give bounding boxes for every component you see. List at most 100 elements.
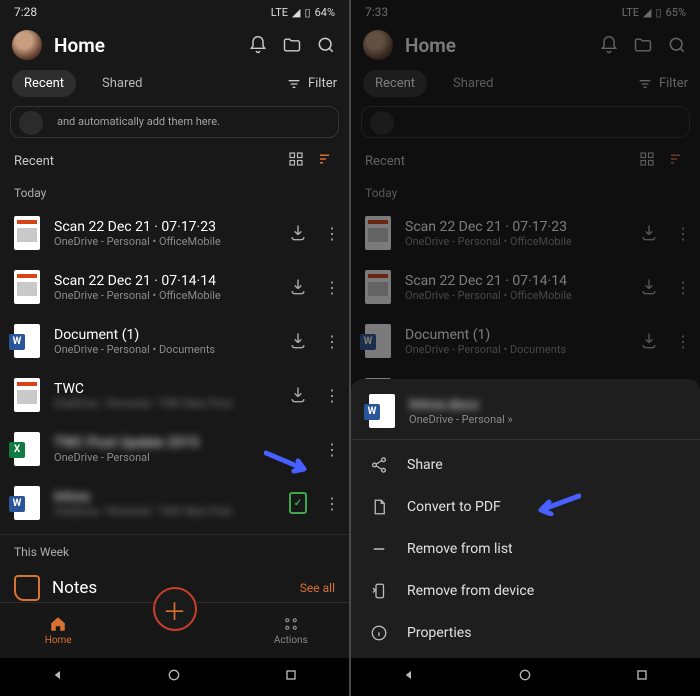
android-nav bbox=[0, 658, 349, 696]
home-button[interactable] bbox=[166, 667, 182, 687]
pdf-icon bbox=[369, 498, 389, 516]
info-banner[interactable] bbox=[361, 106, 690, 138]
file-title: Scan 22 Dec 21 · 07·14·14 bbox=[54, 273, 273, 289]
sheet-header: Intros.docx OneDrive - Personal » bbox=[351, 379, 700, 439]
scan-file-icon bbox=[12, 269, 42, 305]
file-title: Document (1) bbox=[405, 327, 624, 343]
recent-button[interactable] bbox=[634, 667, 650, 687]
this-week-label: This Week bbox=[0, 535, 349, 565]
file-row[interactable]: TWC Post Update 2015 OneDrive - Personal… bbox=[0, 422, 349, 476]
battery-icon: ▯ bbox=[305, 6, 311, 19]
sheet-remove-list[interactable]: Remove from list bbox=[351, 528, 700, 570]
more-icon[interactable]: ⋮ bbox=[323, 278, 341, 297]
see-all-link[interactable]: See all bbox=[300, 581, 335, 595]
more-icon[interactable]: ⋮ bbox=[674, 332, 692, 351]
info-icon bbox=[369, 624, 389, 642]
download-icon[interactable] bbox=[636, 331, 662, 351]
fab-add[interactable]: ＋ bbox=[153, 587, 197, 631]
tab-recent[interactable]: Recent bbox=[12, 70, 76, 97]
avatar[interactable] bbox=[363, 30, 393, 60]
sheet-convert-pdf[interactable]: Convert to PDF bbox=[351, 486, 700, 528]
tab-shared[interactable]: Shared bbox=[90, 70, 154, 97]
folder-icon[interactable] bbox=[632, 34, 654, 56]
file-row[interactable]: Intros OneDrive - Personal • TWC New Pos… bbox=[0, 476, 349, 530]
sheet-divider bbox=[351, 439, 700, 440]
avatar[interactable] bbox=[12, 30, 42, 60]
download-icon[interactable] bbox=[285, 223, 311, 243]
file-text: TWC OneDrive - Personal • TWC New Post bbox=[54, 381, 273, 410]
tab-recent[interactable]: Recent bbox=[363, 70, 427, 97]
android-nav bbox=[351, 658, 700, 696]
today-label: Today bbox=[351, 176, 700, 206]
filter-button[interactable]: Filter bbox=[286, 76, 337, 92]
status-battery: 64% bbox=[315, 6, 335, 19]
search-icon[interactable] bbox=[666, 34, 688, 56]
home-button[interactable] bbox=[517, 667, 533, 687]
file-row[interactable]: Scan 22 Dec 21 · 07·17·23 OneDrive - Per… bbox=[0, 206, 349, 260]
file-text: Scan 22 Dec 21 · 07·14·14 OneDrive - Per… bbox=[54, 273, 273, 302]
sheet-remove-device[interactable]: Remove from device bbox=[351, 570, 700, 612]
file-sub: OneDrive - Personal • OfficeMobile bbox=[405, 289, 624, 302]
file-sub: OneDrive - Personal • Documents bbox=[54, 343, 273, 356]
download-icon[interactable] bbox=[636, 277, 662, 297]
nav-home-label: Home bbox=[45, 635, 72, 646]
nav-actions[interactable]: Actions bbox=[233, 603, 349, 658]
filter-button[interactable]: Filter bbox=[637, 76, 688, 92]
file-sub: OneDrive - Personal • OfficeMobile bbox=[54, 235, 273, 248]
more-icon[interactable]: ⋮ bbox=[674, 224, 692, 243]
back-button[interactable] bbox=[401, 667, 417, 687]
battery-icon: ▯ bbox=[656, 6, 662, 19]
bell-icon[interactable] bbox=[598, 34, 620, 56]
sheet-sub: OneDrive - Personal » bbox=[409, 413, 513, 426]
back-button[interactable] bbox=[50, 667, 66, 687]
word-file-icon bbox=[363, 323, 393, 359]
folder-icon[interactable] bbox=[281, 34, 303, 56]
sheet-properties[interactable]: Properties bbox=[351, 612, 700, 654]
view-controls bbox=[287, 150, 335, 172]
grid-icon[interactable] bbox=[638, 150, 656, 172]
file-sub: OneDrive - Personal • OfficeMobile bbox=[54, 289, 273, 302]
more-icon[interactable]: ⋮ bbox=[323, 386, 341, 405]
file-title: TWC bbox=[54, 381, 273, 397]
today-label: Today bbox=[0, 176, 349, 206]
download-icon[interactable] bbox=[285, 331, 311, 351]
page-title: Home bbox=[405, 34, 586, 57]
more-icon[interactable]: ⋮ bbox=[323, 440, 341, 459]
more-icon[interactable]: ⋮ bbox=[674, 278, 692, 297]
status-time: 7:28 bbox=[14, 5, 37, 19]
file-row[interactable]: Scan 22 Dec 21 · 07·17·23OneDrive - Pers… bbox=[351, 206, 700, 260]
bell-icon[interactable] bbox=[247, 34, 269, 56]
download-icon[interactable] bbox=[285, 385, 311, 405]
section-header: Recent bbox=[351, 138, 700, 176]
word-file-icon bbox=[12, 323, 42, 359]
tab-shared[interactable]: Shared bbox=[441, 70, 505, 97]
info-banner[interactable]: and automatically add them here. bbox=[10, 106, 339, 138]
scan-file-icon bbox=[12, 215, 42, 251]
search-icon[interactable] bbox=[315, 34, 337, 56]
more-icon[interactable]: ⋮ bbox=[323, 494, 341, 513]
file-row[interactable]: TWC OneDrive - Personal • TWC New Post ⋮ bbox=[0, 368, 349, 422]
word-file-icon bbox=[367, 393, 397, 429]
tabs-row: Recent Shared Filter bbox=[0, 66, 349, 106]
file-text: TWC Post Update 2015 OneDrive - Personal bbox=[54, 435, 311, 464]
file-row[interactable]: Scan 22 Dec 21 · 07·14·14OneDrive - Pers… bbox=[351, 260, 700, 314]
file-title: Scan 22 Dec 21 · 07·17·23 bbox=[54, 219, 273, 235]
local-badge bbox=[285, 492, 311, 514]
phone-left: 7:28 LTE ◢ ▯ 64% Home Recent Shared Filt… bbox=[0, 0, 349, 696]
recent-button[interactable] bbox=[283, 667, 299, 687]
file-row[interactable]: Document (1) OneDrive - Personal • Docum… bbox=[0, 314, 349, 368]
sort-icon[interactable] bbox=[668, 150, 686, 172]
more-icon[interactable]: ⋮ bbox=[323, 332, 341, 351]
sort-icon[interactable] bbox=[317, 150, 335, 172]
grid-icon[interactable] bbox=[287, 150, 305, 172]
file-row[interactable]: Document (1)OneDrive - Personal • Docume… bbox=[351, 314, 700, 368]
nav-home[interactable]: Home bbox=[0, 603, 116, 658]
signal-icon: ◢ bbox=[292, 6, 300, 19]
download-icon[interactable] bbox=[285, 277, 311, 297]
status-right: LTE ◢ ▯ 65% bbox=[622, 6, 686, 19]
file-row[interactable]: Scan 22 Dec 21 · 07·14·14 OneDrive - Per… bbox=[0, 260, 349, 314]
more-icon[interactable]: ⋮ bbox=[323, 224, 341, 243]
download-icon[interactable] bbox=[636, 223, 662, 243]
sheet-remove-list-label: Remove from list bbox=[407, 541, 513, 557]
sheet-share[interactable]: Share bbox=[351, 444, 700, 486]
